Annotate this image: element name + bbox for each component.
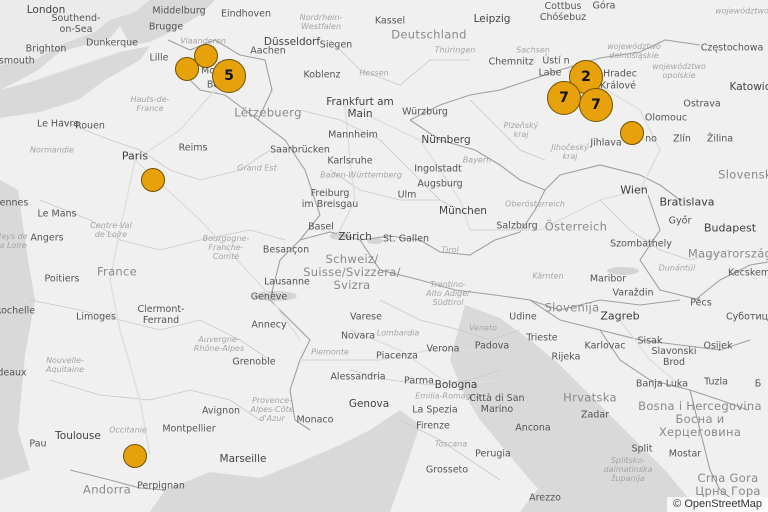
marker-cluster[interactable]: 7 bbox=[547, 81, 581, 115]
map-attribution[interactable]: © OpenStreetMap bbox=[667, 497, 768, 512]
marker-cluster[interactable]: 5 bbox=[212, 59, 246, 93]
marker-cluster[interactable]: 7 bbox=[579, 88, 613, 122]
map-marker[interactable] bbox=[123, 444, 147, 468]
map-canvas[interactable]: London Southend- on-Sea Brighton rtsmout… bbox=[0, 0, 768, 512]
map-marker[interactable] bbox=[141, 168, 165, 192]
basemap bbox=[0, 0, 768, 512]
map-marker[interactable] bbox=[620, 121, 644, 145]
map-marker[interactable] bbox=[175, 57, 199, 81]
